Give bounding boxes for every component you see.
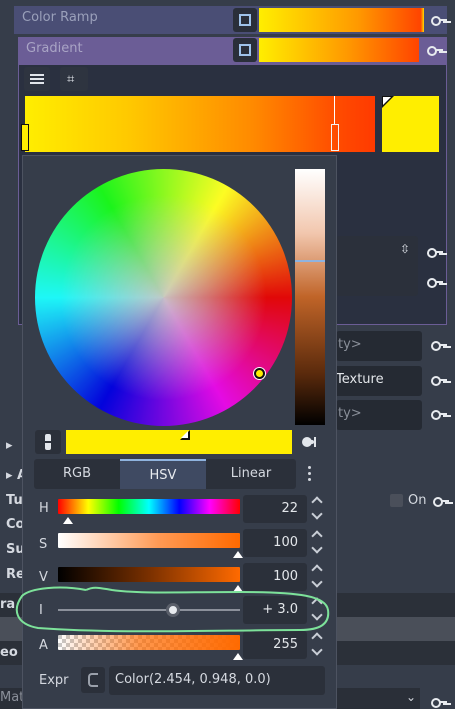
intensity-highlight-annotation <box>15 586 330 633</box>
highlight-stroke <box>15 586 330 633</box>
